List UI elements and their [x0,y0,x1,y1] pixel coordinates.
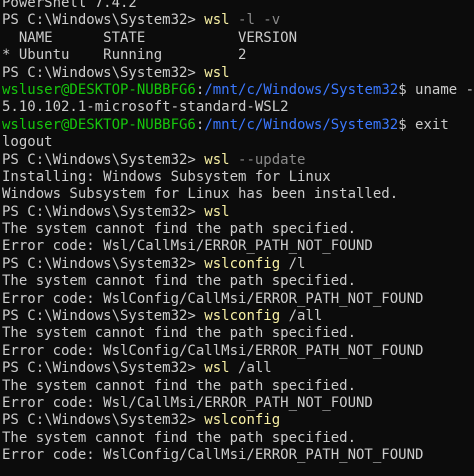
terminal-segment-param: --update [229,151,306,168]
terminal-line: logout [2,134,474,151]
terminal-line: PS C:\Windows\System32> wsl [2,204,474,221]
terminal-line: PS C:\Windows\System32> wsl /all [2,360,474,377]
terminal-segment-text: PowerShell 7.4.2 [2,0,137,11]
terminal-segment-cmd: wslconfig [204,412,281,429]
terminal-line: The system cannot find the path specifie… [2,273,474,290]
terminal-line: PS C:\Windows\System32> wslconfig /all [2,308,474,325]
terminal-line: Windows Subsystem for Linux has been ins… [2,186,474,203]
terminal-segment-cmd: wsl [204,360,230,377]
terminal-segment-cmd: wslconfig [204,255,281,272]
terminal-segment-text: /all [280,308,323,325]
terminal-segment-text: PS C:\Windows\System32> [2,203,205,220]
terminal-segment-text: /all [229,360,272,377]
terminal-line: The system cannot find the path specifie… [2,325,474,342]
terminal-line: PowerShell 7.4.2 [2,0,474,12]
terminal-segment-path: /mnt/c/Windows/System32 [204,81,399,98]
terminal-segment-cmd: wslconfig [204,308,281,325]
terminal-line: Error code: WslConfig/CallMsi/ERROR_PATH… [2,343,474,360]
terminal-segment-text: Error code: Wsl/CallMsi/ERROR_PATH_NOT_F… [2,394,373,411]
terminal-segment-text: PS C:\Windows\System32> [2,308,205,325]
terminal-segment-text: Windows Subsystem for Linux has been ins… [2,186,399,203]
terminal-segment-path: /mnt/c/Windows/System32 [204,116,399,133]
terminal-segment-user: wsluser@DESKTOP-NUBBFG6 [2,81,196,98]
terminal-segment-text: Installing: Windows Subsystem for Linux [2,168,331,185]
terminal-segment-text: Error code: Wsl/CallMsi/ERROR_PATH_NOT_F… [2,238,373,255]
terminal-segment-param: -l -v [229,12,281,29]
terminal-line: The system cannot find the path specifie… [2,430,474,447]
terminal-segment-text: NAME STATE VERSION [2,29,298,46]
terminal-line: PS C:\Windows\System32> wslconfig [2,412,474,429]
terminal-segment-text: PS C:\Windows\System32> [2,255,205,272]
terminal-line: The system cannot find the path specifie… [2,378,474,395]
terminal-segment-cmd: wsl [204,64,230,81]
terminal-segment-text: PS C:\Windows\System32> [2,151,205,168]
terminal-segment-text: $ exit [398,116,449,133]
terminal-segment-text: Error code: WslConfig/CallMsi/ERROR_PATH… [2,342,424,359]
terminal-line: PS C:\Windows\System32> wsl -l -v [2,12,474,29]
terminal-segment-cmd: wsl [204,203,230,220]
terminal-segment-text: PS C:\Windows\System32> [2,360,205,377]
terminal-segment-cmd: wsl [204,151,230,168]
terminal-output[interactable]: PowerShell 7.4.2 PS C:\Windows\System32> … [0,0,474,471]
terminal-segment-text: The system cannot find the path specifie… [2,429,357,446]
terminal-segment-text: The system cannot find the path specifie… [2,377,357,394]
terminal-segment-text: PS C:\Windows\System32> [2,12,205,29]
terminal-segment-user: wsluser@DESKTOP-NUBBFG6 [2,116,196,133]
terminal-segment-text: Error code: WslConfig/CallMsi/ERROR_PATH… [2,290,424,307]
terminal-segment-text: The system cannot find the path specifie… [2,325,357,342]
terminal-line: Error code: WslConfig/CallMsi/ERROR_PATH… [2,447,474,464]
terminal-segment-text: The system cannot find the path specifie… [2,221,357,238]
terminal-segment-text: The system cannot find the path specifie… [2,273,357,290]
terminal-line: Error code: WslConfig/CallMsi/ERROR_PATH… [2,291,474,308]
terminal-line: wsluser@DESKTOP-NUBBFG6:/mnt/c/Windows/S… [2,82,474,99]
terminal-line: PS C:\Windows\System32> wslconfig /l [2,256,474,273]
terminal-segment-text: logout [2,134,53,151]
terminal-line: 5.10.102.1-microsoft-standard-WSL2 [2,99,474,116]
terminal-line: PS C:\Windows\System32> wsl [2,65,474,82]
terminal-line: wsluser@DESKTOP-NUBBFG6:/mnt/c/Windows/S… [2,117,474,134]
terminal-line: Error code: Wsl/CallMsi/ERROR_PATH_NOT_F… [2,238,474,255]
terminal-line: PS C:\Windows\System32> wsl --update [2,152,474,169]
terminal-line: Error code: Wsl/CallMsi/ERROR_PATH_NOT_F… [2,395,474,412]
terminal-segment-text: /l [280,255,306,272]
terminal-line: NAME STATE VERSION [2,30,474,47]
terminal-line: * Ubuntu Running 2 [2,47,474,64]
terminal-line: Installing: Windows Subsystem for Linux [2,169,474,186]
terminal-segment-text: PS C:\Windows\System32> [2,64,205,81]
terminal-segment-text: * Ubuntu Running 2 [2,47,247,64]
terminal-segment-text: 5.10.102.1-microsoft-standard-WSL2 [2,99,289,116]
terminal-segment-text: $ uname -r [398,81,474,98]
terminal-line: The system cannot find the path specifie… [2,221,474,238]
terminal-segment-text: PS C:\Windows\System32> [2,412,205,429]
terminal-segment-text: Error code: WslConfig/CallMsi/ERROR_PATH… [2,447,424,464]
terminal-segment-cmd: wsl [204,12,230,29]
